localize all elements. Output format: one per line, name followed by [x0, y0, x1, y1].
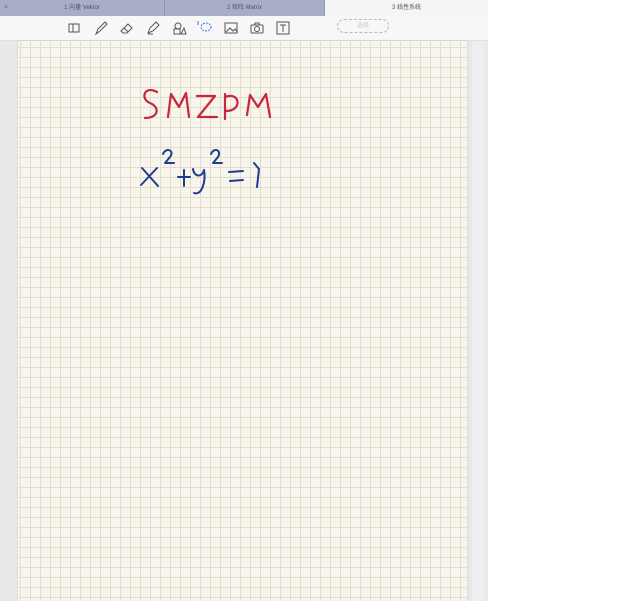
tab-label: 3 线性系统 [391, 5, 421, 11]
shapes-icon[interactable] [170, 19, 188, 37]
camera-icon[interactable] [248, 19, 266, 37]
tab-label: 1 向量 Vektor [64, 5, 100, 11]
tab-linear-system[interactable]: 3 线性系统 [325, 0, 488, 16]
handwriting-blue [140, 149, 260, 195]
notes-app: × 1 向量 Vektor 2 矩阵 Matrix 3 线性系统 选择 [0, 0, 488, 601]
tab-matrix[interactable]: 2 矩阵 Matrix [165, 0, 325, 16]
thumbnails-icon[interactable] [65, 19, 83, 37]
grid-paper-page[interactable] [18, 41, 467, 601]
highlighter-icon[interactable] [144, 19, 162, 37]
tab-label: 2 矩阵 Matrix [226, 5, 262, 11]
canvas-area [0, 41, 488, 601]
toolbar [0, 16, 488, 41]
text-icon[interactable] [274, 19, 292, 37]
tab-vektor[interactable]: × 1 向量 Vektor [0, 0, 165, 16]
pen-icon[interactable] [92, 19, 110, 37]
image-icon[interactable] [222, 19, 240, 37]
scrollbar-track[interactable] [472, 41, 484, 601]
handwriting-red [143, 89, 272, 121]
selection-pill[interactable]: 选择 [337, 19, 389, 33]
handwriting-canvas [140, 89, 272, 195]
close-tab-icon[interactable]: × [4, 0, 8, 16]
eraser-icon[interactable] [118, 19, 136, 37]
tab-bar: × 1 向量 Vektor 2 矩阵 Matrix 3 线性系统 [0, 0, 488, 16]
lasso-icon[interactable] [196, 19, 214, 37]
